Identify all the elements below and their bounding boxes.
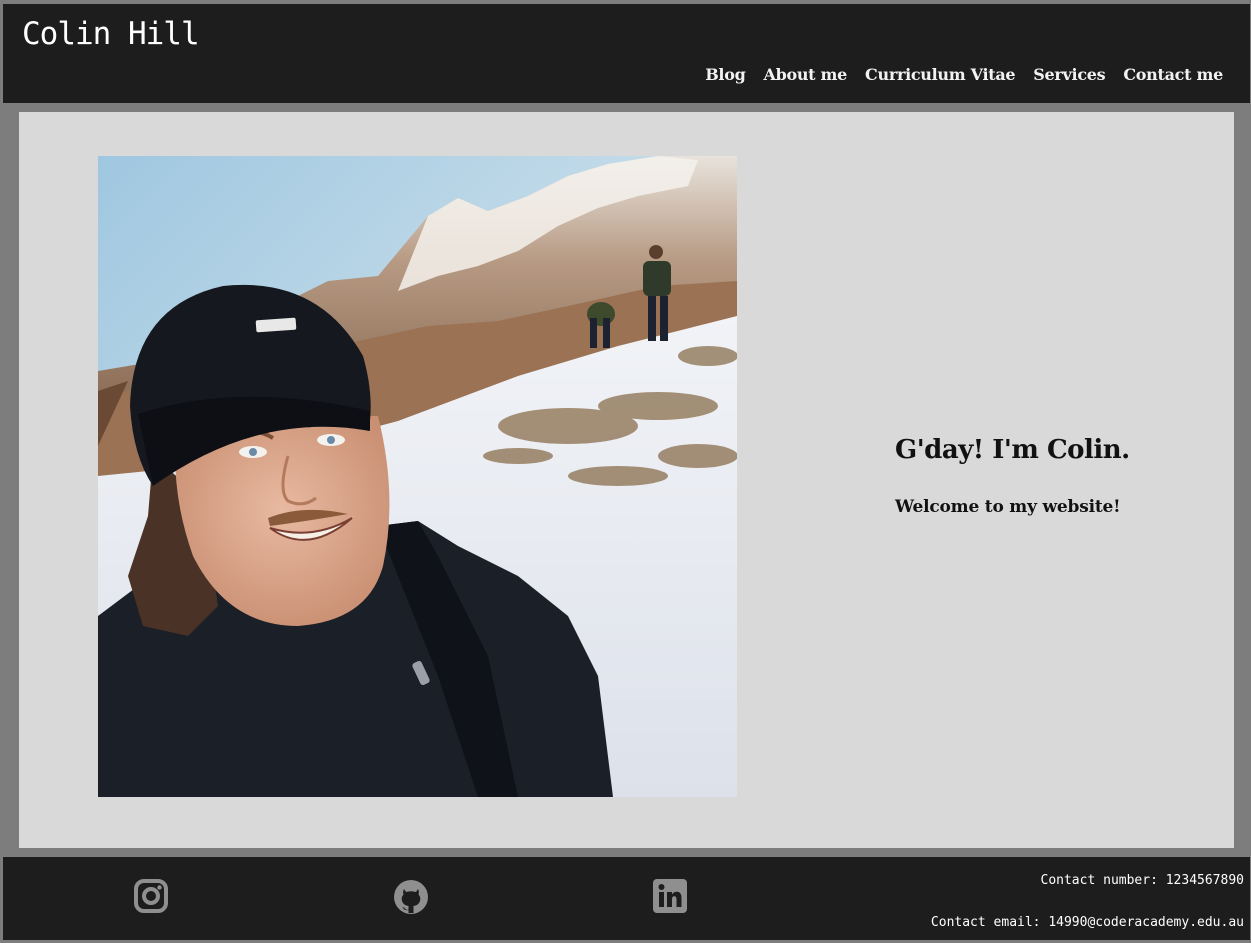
- contact-number: Contact number: 1234567890: [1040, 873, 1245, 888]
- main-nav: Blog About me Curriculum Vitae Services …: [705, 65, 1223, 84]
- github-icon[interactable]: [393, 879, 428, 914]
- site-header: Colin Hill Blog About me Curriculum Vita…: [3, 4, 1250, 103]
- instagram-icon[interactable]: [134, 879, 168, 913]
- profile-photo: [98, 156, 737, 797]
- contact-email: Contact email: 14990@coderacademy.edu.au: [930, 915, 1244, 930]
- site-footer: Contact number: 1234567890 Contact email…: [3, 857, 1250, 940]
- greeting-heading: G'day! I'm Colin.: [895, 435, 1130, 465]
- nav-link-blog[interactable]: Blog: [705, 65, 746, 84]
- welcome-text: Welcome to my website!: [895, 497, 1121, 517]
- linkedin-icon[interactable]: [653, 879, 687, 913]
- nav-link-about-me[interactable]: About me: [763, 65, 847, 84]
- site-title[interactable]: Colin Hill: [22, 16, 200, 52]
- hero-section: G'day! I'm Colin. Welcome to my website!: [19, 112, 1234, 848]
- nav-link-services[interactable]: Services: [1033, 65, 1105, 84]
- nav-link-curriculum-vitae[interactable]: Curriculum Vitae: [865, 65, 1016, 84]
- nav-link-contact-me[interactable]: Contact me: [1123, 65, 1223, 84]
